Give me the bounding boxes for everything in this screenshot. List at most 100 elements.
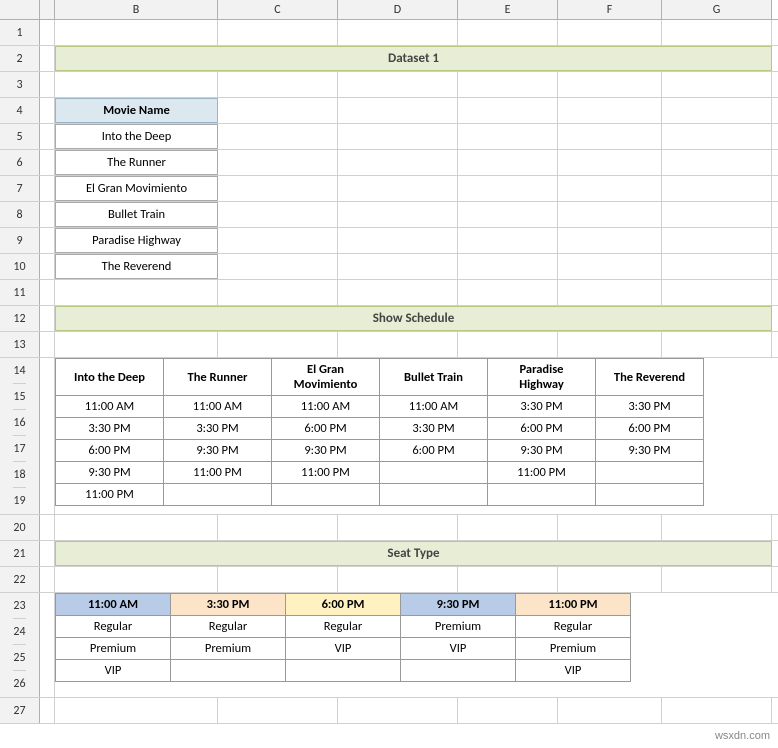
cell-d7[interactable]	[338, 176, 458, 201]
cell-f20[interactable]	[558, 515, 662, 540]
cell-f13[interactable]	[558, 332, 662, 357]
cell-a5[interactable]	[40, 124, 55, 149]
cell-d4[interactable]	[338, 98, 458, 123]
cell-g27[interactable]	[662, 698, 772, 723]
cell-b22[interactable]	[55, 567, 218, 592]
cell-a4[interactable]	[40, 98, 55, 123]
cell-e22[interactable]	[458, 567, 558, 592]
cell-c3[interactable]	[218, 72, 338, 97]
cell-e3[interactable]	[458, 72, 558, 97]
cell-g7[interactable]	[662, 176, 772, 201]
cell-e8[interactable]	[458, 202, 558, 227]
cell-e10[interactable]	[458, 254, 558, 279]
cell-e1[interactable]	[458, 20, 558, 45]
cell-e7[interactable]	[458, 176, 558, 201]
cell-c10[interactable]	[218, 254, 338, 279]
cell-d1[interactable]	[338, 20, 458, 45]
cell-a8[interactable]	[40, 202, 55, 227]
cell-g3[interactable]	[662, 72, 772, 97]
cell-g4[interactable]	[662, 98, 772, 123]
cell-d5[interactable]	[338, 124, 458, 149]
row-num-11: 11	[0, 280, 40, 305]
cell-c27[interactable]	[218, 698, 338, 723]
cell-a-sched[interactable]	[40, 358, 55, 514]
cell-g10[interactable]	[662, 254, 772, 279]
cell-d20[interactable]	[338, 515, 458, 540]
cell-g8[interactable]	[662, 202, 772, 227]
cell-d3[interactable]	[338, 72, 458, 97]
cell-f9[interactable]	[558, 228, 662, 253]
cell-c20[interactable]	[218, 515, 338, 540]
cell-g20[interactable]	[662, 515, 772, 540]
cell-b3[interactable]	[55, 72, 218, 97]
cell-c4[interactable]	[218, 98, 338, 123]
cell-d10[interactable]	[338, 254, 458, 279]
cell-c9[interactable]	[218, 228, 338, 253]
cell-f1[interactable]	[558, 20, 662, 45]
cell-g1[interactable]	[662, 20, 772, 45]
cell-g9[interactable]	[662, 228, 772, 253]
cell-e5[interactable]	[458, 124, 558, 149]
cell-a10[interactable]	[40, 254, 55, 279]
cell-a7[interactable]	[40, 176, 55, 201]
cell-a9[interactable]	[40, 228, 55, 253]
cell-e9[interactable]	[458, 228, 558, 253]
cell-f10[interactable]	[558, 254, 662, 279]
cell-e13[interactable]	[458, 332, 558, 357]
cell-f7[interactable]	[558, 176, 662, 201]
cell-a1[interactable]	[40, 20, 55, 45]
cell-b1[interactable]	[55, 20, 218, 45]
cell-d6[interactable]	[338, 150, 458, 175]
cell-g22[interactable]	[662, 567, 772, 592]
cell-d9[interactable]	[338, 228, 458, 253]
cell-a6[interactable]	[40, 150, 55, 175]
cell-b27[interactable]	[55, 698, 218, 723]
cell-c1[interactable]	[218, 20, 338, 45]
cell-e6[interactable]	[458, 150, 558, 175]
cell-d13[interactable]	[338, 332, 458, 357]
cell-f27[interactable]	[558, 698, 662, 723]
cell-f6[interactable]	[558, 150, 662, 175]
cell-f3[interactable]	[558, 72, 662, 97]
cell-b13[interactable]	[55, 332, 218, 357]
cell-d8[interactable]	[338, 202, 458, 227]
cell-b20[interactable]	[55, 515, 218, 540]
seat-cell-1-4: Premium	[516, 638, 631, 660]
cell-f11[interactable]	[558, 280, 662, 305]
cell-a-seat[interactable]	[40, 593, 55, 697]
cell-g6[interactable]	[662, 150, 772, 175]
cell-d11[interactable]	[338, 280, 458, 305]
cell-f5[interactable]	[558, 124, 662, 149]
movie-6: The Reverend	[55, 254, 218, 279]
cell-a2[interactable]	[40, 46, 55, 71]
cell-f22[interactable]	[558, 567, 662, 592]
cell-g5[interactable]	[662, 124, 772, 149]
cell-g13[interactable]	[662, 332, 772, 357]
cell-a13[interactable]	[40, 332, 55, 357]
cell-c11[interactable]	[218, 280, 338, 305]
cell-c8[interactable]	[218, 202, 338, 227]
cell-d27[interactable]	[338, 698, 458, 723]
cell-c5[interactable]	[218, 124, 338, 149]
cell-a3[interactable]	[40, 72, 55, 97]
cell-f4[interactable]	[558, 98, 662, 123]
cell-a27[interactable]	[40, 698, 55, 723]
cell-a22[interactable]	[40, 567, 55, 592]
cell-a11[interactable]	[40, 280, 55, 305]
cell-c13[interactable]	[218, 332, 338, 357]
cell-a20[interactable]	[40, 515, 55, 540]
cell-g11[interactable]	[662, 280, 772, 305]
cell-d22[interactable]	[338, 567, 458, 592]
cell-c22[interactable]	[218, 567, 338, 592]
cell-e20[interactable]	[458, 515, 558, 540]
cell-e27[interactable]	[458, 698, 558, 723]
cell-a21[interactable]	[40, 541, 55, 566]
cell-e4[interactable]	[458, 98, 558, 123]
cell-e11[interactable]	[458, 280, 558, 305]
cell-a12[interactable]	[40, 306, 55, 331]
cell-b11[interactable]	[55, 280, 218, 305]
row-num-7: 7	[0, 176, 40, 201]
cell-c6[interactable]	[218, 150, 338, 175]
cell-f8[interactable]	[558, 202, 662, 227]
cell-c7[interactable]	[218, 176, 338, 201]
